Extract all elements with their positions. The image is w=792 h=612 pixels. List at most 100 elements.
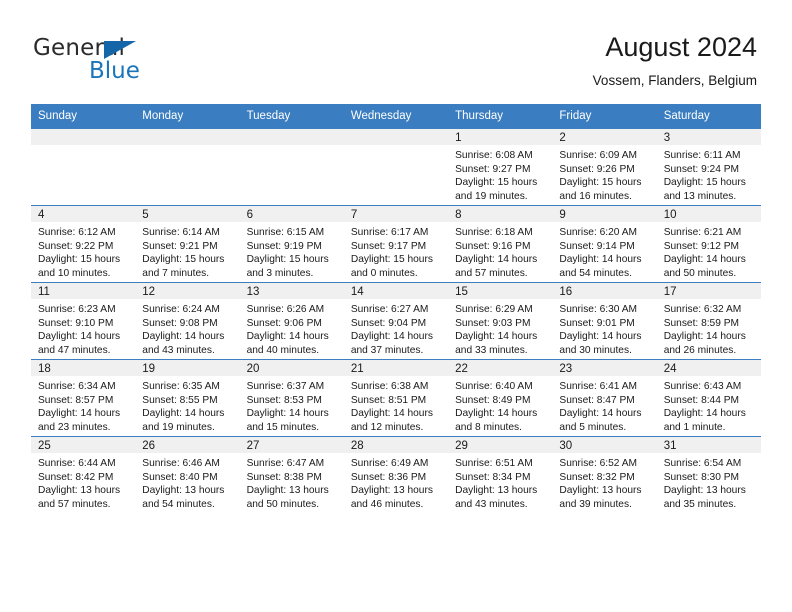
daylight-text: Daylight: 15 hours xyxy=(246,254,329,266)
sunrise-text: Sunrise: 6:15 AM xyxy=(246,227,325,238)
day-detail-lines: Sunrise: 6:46 AM Sunset: 8:40 PM Daylight:… xyxy=(135,453,239,511)
daylight-text: and 43 minutes. xyxy=(455,498,528,510)
calendar-day-cell[interactable]: 8 Sunrise: 6:18 AM Sunset: 9:16 PM Daylight… xyxy=(448,205,553,283)
calendar-day-cell[interactable]: 31 Sunrise: 6:54 AM Sunset: 8:30 PM Dayligh… xyxy=(656,436,761,513)
daylight-text: Daylight: 14 hours xyxy=(663,331,746,343)
calendar-day-cell-empty xyxy=(31,128,136,206)
calendar-day-cell[interactable]: 11 Sunrise: 6:23 AM Sunset: 9:10 PM Dayligh… xyxy=(31,282,136,360)
sunset-text: Sunset: 8:34 PM xyxy=(455,471,531,483)
calendar-day-cell[interactable]: 15 Sunrise: 6:29 AM Sunset: 9:03 PM Dayligh… xyxy=(448,282,553,360)
calendar-day-cell[interactable]: 7 Sunrise: 6:17 AM Sunset: 9:17 PM Daylight… xyxy=(343,205,449,283)
daylight-text: and 57 minutes. xyxy=(455,267,528,279)
daylight-text: Daylight: 14 hours xyxy=(142,331,225,343)
sunset-text: Sunset: 8:53 PM xyxy=(246,394,322,406)
daylight-text: and 40 minutes. xyxy=(246,344,320,356)
calendar-day-cell[interactable]: 16 Sunrise: 6:30 AM Sunset: 9:01 PM Dayligh… xyxy=(552,282,657,360)
sunset-text: Sunset: 9:03 PM xyxy=(455,317,531,329)
sunrise-text: Sunrise: 6:35 AM xyxy=(142,381,220,392)
daylight-text: and 47 minutes. xyxy=(38,344,111,356)
calendar-day-cell[interactable]: 14 Sunrise: 6:27 AM Sunset: 9:04 PM Dayligh… xyxy=(343,282,449,360)
calendar-day-cell[interactable]: 5 Sunrise: 6:14 AM Sunset: 9:21 PM Daylight… xyxy=(135,205,240,283)
day-detail-lines xyxy=(135,145,239,149)
sunset-text: Sunset: 8:47 PM xyxy=(559,394,635,406)
page-header: General Blue August 2024 Vossem, Flander… xyxy=(0,0,792,100)
calendar-day-cell[interactable]: 19 Sunrise: 6:35 AM Sunset: 8:55 PM Dayligh… xyxy=(135,359,240,437)
sunset-text: Sunset: 9:12 PM xyxy=(663,240,740,252)
calendar-day-cell[interactable]: 12 Sunrise: 6:24 AM Sunset: 9:08 PM Dayligh… xyxy=(135,282,240,360)
day-detail-lines xyxy=(240,145,344,149)
day-detail-lines: Sunrise: 6:09 AM Sunset: 9:26 PM Daylight:… xyxy=(552,145,656,203)
daylight-text: Daylight: 13 hours xyxy=(455,485,538,497)
day-number: 22 xyxy=(448,360,553,376)
calendar-day-cell[interactable]: 10 Sunrise: 6:21 AM Sunset: 9:12 PM Dayligh… xyxy=(656,205,761,283)
sunset-text: Sunset: 9:16 PM xyxy=(455,240,531,252)
calendar-day-cell[interactable]: 9 Sunrise: 6:20 AM Sunset: 9:14 PM Daylight… xyxy=(552,205,657,283)
sunrise-text: Sunrise: 6:11 AM xyxy=(663,150,741,161)
calendar-day-cell[interactable]: 26 Sunrise: 6:46 AM Sunset: 8:40 PM Dayligh… xyxy=(135,436,240,513)
calendar-day-cell[interactable]: 20 Sunrise: 6:37 AM Sunset: 8:53 PM Dayligh… xyxy=(239,359,344,437)
sunset-text: Sunset: 8:57 PM xyxy=(38,394,114,406)
day-detail-lines: Sunrise: 6:41 AM Sunset: 8:47 PM Daylight:… xyxy=(552,376,656,434)
daylight-text: and 30 minutes. xyxy=(559,344,632,356)
daylight-text: and 57 minutes. xyxy=(38,498,111,510)
day-detail-lines: Sunrise: 6:44 AM Sunset: 8:42 PM Daylight:… xyxy=(31,453,135,511)
day-detail-lines: Sunrise: 6:08 AM Sunset: 9:27 PM Daylight:… xyxy=(448,145,552,203)
title-block: August 2024 Vossem, Flanders, Belgium xyxy=(593,30,757,89)
sunrise-text: Sunrise: 6:52 AM xyxy=(559,458,637,469)
calendar-day-cell[interactable]: 27 Sunrise: 6:47 AM Sunset: 8:38 PM Dayligh… xyxy=(239,436,344,513)
daylight-text: Daylight: 13 hours xyxy=(350,485,433,497)
daylight-text: and 3 minutes. xyxy=(246,267,314,279)
calendar-day-cell[interactable]: 30 Sunrise: 6:52 AM Sunset: 8:32 PM Dayligh… xyxy=(552,436,657,513)
daylight-text: and 13 minutes. xyxy=(663,190,737,202)
calendar-day-cell[interactable]: 13 Sunrise: 6:26 AM Sunset: 9:06 PM Dayligh… xyxy=(239,282,344,360)
calendar-day-cell[interactable]: 25 Sunrise: 6:44 AM Sunset: 8:42 PM Dayligh… xyxy=(31,436,136,513)
calendar-day-cell-empty xyxy=(239,128,344,206)
day-detail-lines: Sunrise: 6:34 AM Sunset: 8:57 PM Daylight:… xyxy=(31,376,135,434)
calendar-day-cell[interactable]: 21 Sunrise: 6:38 AM Sunset: 8:51 PM Dayligh… xyxy=(343,359,449,437)
calendar-day-cell[interactable]: 3 Sunrise: 6:11 AM Sunset: 9:24 PM Daylight… xyxy=(656,128,761,206)
sunset-text: Sunset: 8:49 PM xyxy=(455,394,531,406)
sunrise-text: Sunrise: 6:37 AM xyxy=(246,381,325,392)
sunrise-text: Sunrise: 6:09 AM xyxy=(559,150,637,161)
sunset-text: Sunset: 9:22 PM xyxy=(38,240,114,252)
daylight-text: and 54 minutes. xyxy=(142,498,215,510)
calendar-day-cell[interactable]: 23 Sunrise: 6:41 AM Sunset: 8:47 PM Dayligh… xyxy=(552,359,657,437)
weekday-header-thursday: Thursday xyxy=(448,104,553,129)
day-detail-lines: Sunrise: 6:26 AM Sunset: 9:06 PM Daylight:… xyxy=(240,299,344,357)
daylight-text: Daylight: 15 hours xyxy=(38,254,121,266)
daylight-text: Daylight: 13 hours xyxy=(246,485,329,497)
sunrise-text: Sunrise: 6:08 AM xyxy=(455,150,533,161)
day-number: 4 xyxy=(31,206,136,222)
general-blue-logo[interactable]: General Blue xyxy=(33,36,233,86)
daylight-text: Daylight: 14 hours xyxy=(559,331,642,343)
page-subtitle: Vossem, Flanders, Belgium xyxy=(592,73,757,88)
daylight-text: Daylight: 14 hours xyxy=(663,254,746,266)
daylight-text: and 46 minutes. xyxy=(350,498,424,510)
calendar-day-cell[interactable]: 18 Sunrise: 6:34 AM Sunset: 8:57 PM Dayligh… xyxy=(31,359,136,437)
sunrise-text: Sunrise: 6:46 AM xyxy=(142,458,220,469)
calendar-day-cell[interactable]: 2 Sunrise: 6:09 AM Sunset: 9:26 PM Daylight… xyxy=(552,128,657,206)
daylight-text: and 39 minutes. xyxy=(559,498,632,510)
day-detail-lines: Sunrise: 6:23 AM Sunset: 9:10 PM Daylight:… xyxy=(31,299,135,357)
calendar-day-cell[interactable]: 24 Sunrise: 6:43 AM Sunset: 8:44 PM Dayligh… xyxy=(656,359,761,437)
sunset-text: Sunset: 9:26 PM xyxy=(559,163,635,175)
day-detail-lines: Sunrise: 6:15 AM Sunset: 9:19 PM Daylight:… xyxy=(240,222,344,280)
day-number: 3 xyxy=(656,129,761,145)
calendar-day-cell[interactable]: 17 Sunrise: 6:32 AM Sunset: 8:59 PM Dayligh… xyxy=(656,282,761,360)
sunrise-text: Sunrise: 6:20 AM xyxy=(559,227,637,238)
calendar-week-row: 4 Sunrise: 6:12 AM Sunset: 9:22 PM Daylight… xyxy=(31,205,761,283)
sunset-text: Sunset: 9:24 PM xyxy=(663,163,740,175)
calendar-day-cell[interactable]: 29 Sunrise: 6:51 AM Sunset: 8:34 PM Dayligh… xyxy=(448,436,553,513)
calendar-day-cell[interactable]: 28 Sunrise: 6:49 AM Sunset: 8:36 PM Dayligh… xyxy=(343,436,449,513)
calendar-day-cell[interactable]: 4 Sunrise: 6:12 AM Sunset: 9:22 PM Daylight… xyxy=(31,205,136,283)
calendar-day-cell[interactable]: 22 Sunrise: 6:40 AM Sunset: 8:49 PM Dayligh… xyxy=(448,359,553,437)
calendar-day-cell[interactable]: 1 Sunrise: 6:08 AM Sunset: 9:27 PM Daylight… xyxy=(448,128,553,206)
calendar-day-cell[interactable]: 6 Sunrise: 6:15 AM Sunset: 9:19 PM Daylight… xyxy=(239,205,344,283)
day-number: 29 xyxy=(448,437,553,453)
day-detail-lines: Sunrise: 6:21 AM Sunset: 9:12 PM Daylight:… xyxy=(657,222,761,280)
day-number: 13 xyxy=(239,283,344,299)
daylight-text: Daylight: 15 hours xyxy=(455,177,538,189)
sunset-text: Sunset: 8:38 PM xyxy=(246,471,322,483)
calendar-week-row: 11 Sunrise: 6:23 AM Sunset: 9:10 PM Dayligh… xyxy=(31,282,761,360)
page-title: August 2024 xyxy=(605,32,757,62)
